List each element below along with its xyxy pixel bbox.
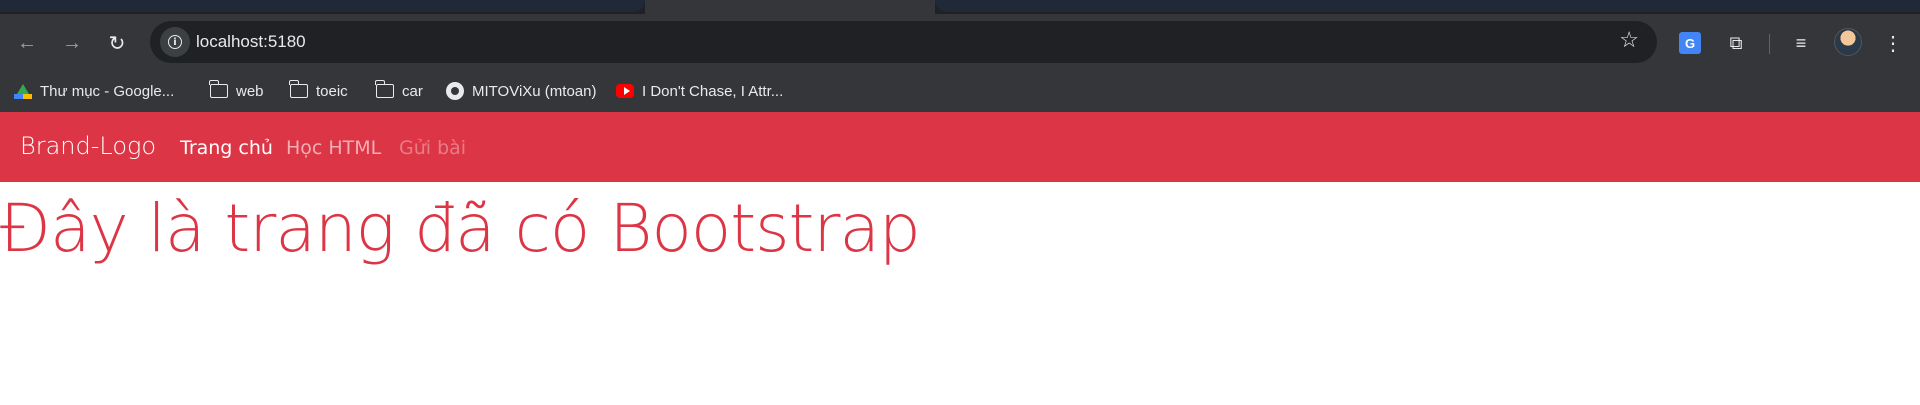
bookmark-label: I Don't Chase, I Attr... [642, 82, 784, 100]
bookmark-label: Thư mục - Google... [40, 82, 175, 100]
bookmark-youtube[interactable]: I Don't Chase, I Attr... [616, 80, 783, 102]
info-icon: i [168, 35, 182, 49]
brand-logo[interactable]: Brand-Logo [20, 132, 156, 160]
kebab-menu-icon: ⋮ [1883, 32, 1903, 55]
toolbar-divider [1769, 34, 1770, 54]
bookmark-folder-toeic[interactable]: toeic [289, 80, 348, 102]
bookmark-star-icon[interactable]: ☆ [1619, 29, 1639, 51]
bookmark-google-drive[interactable]: Thư mục - Google... [14, 80, 174, 102]
tab-active[interactable] [645, 0, 935, 14]
folder-icon [209, 80, 228, 100]
page-heading: Đây là trang đã có Bootstrap [0, 190, 921, 267]
url-text[interactable]: localhost:5180 [196, 32, 306, 52]
translate-button[interactable]: G [1677, 30, 1703, 56]
google-translate-icon: G [1679, 32, 1701, 54]
bookmark-github[interactable]: MITOViXu (mtoan) [446, 80, 596, 102]
back-arrow-icon: ← [17, 31, 37, 54]
bookmark-label: toeic [316, 82, 348, 100]
media-controls-button[interactable]: ≡ [1788, 30, 1814, 56]
nav-link-submit-post: Gửi bài [399, 137, 467, 159]
bookmark-label: web [236, 82, 264, 100]
forward-button[interactable]: → [57, 28, 87, 58]
tab-inactive-left[interactable] [0, 0, 645, 12]
google-drive-icon [14, 82, 32, 100]
folder-icon [289, 80, 308, 100]
reload-icon: ↻ [108, 32, 126, 55]
tab-strip [0, 0, 1920, 14]
forward-arrow-icon: → [62, 31, 82, 54]
folder-icon [375, 80, 394, 100]
nav-link-learn-html[interactable]: Học HTML [286, 137, 381, 159]
bookmark-folder-web[interactable]: web [209, 80, 264, 102]
browser-menu-button[interactable]: ⋮ [1880, 30, 1906, 56]
browser-toolbar: ← → ↻ i localhost:5180 ☆ G ⧉ ≡ ⋮ [0, 14, 1920, 70]
reload-button[interactable]: ↻ [102, 28, 132, 58]
tab-inactive-right[interactable] [935, 0, 1920, 12]
media-queue-icon: ≡ [1795, 32, 1807, 53]
youtube-icon [616, 82, 634, 100]
bookmarks-bar: Thư mục - Google... web toeic car MITOVi… [0, 70, 1920, 112]
nav-link-home[interactable]: Trang chủ [180, 137, 273, 159]
address-bar[interactable]: i localhost:5180 ☆ [150, 21, 1657, 63]
bookmark-label: car [402, 82, 423, 100]
extensions-button[interactable]: ⧉ [1723, 30, 1749, 56]
bookmark-folder-car[interactable]: car [375, 80, 423, 102]
puzzle-icon: ⧉ [1729, 32, 1743, 53]
bookmark-label: MITOViXu (mtoan) [472, 82, 597, 100]
profile-avatar[interactable] [1834, 28, 1862, 56]
site-navbar: Brand-Logo Trang chủ Học HTML Gửi bài [0, 112, 1920, 182]
back-button[interactable]: ← [12, 28, 42, 58]
github-icon [446, 82, 464, 100]
site-info-button[interactable]: i [160, 27, 190, 57]
